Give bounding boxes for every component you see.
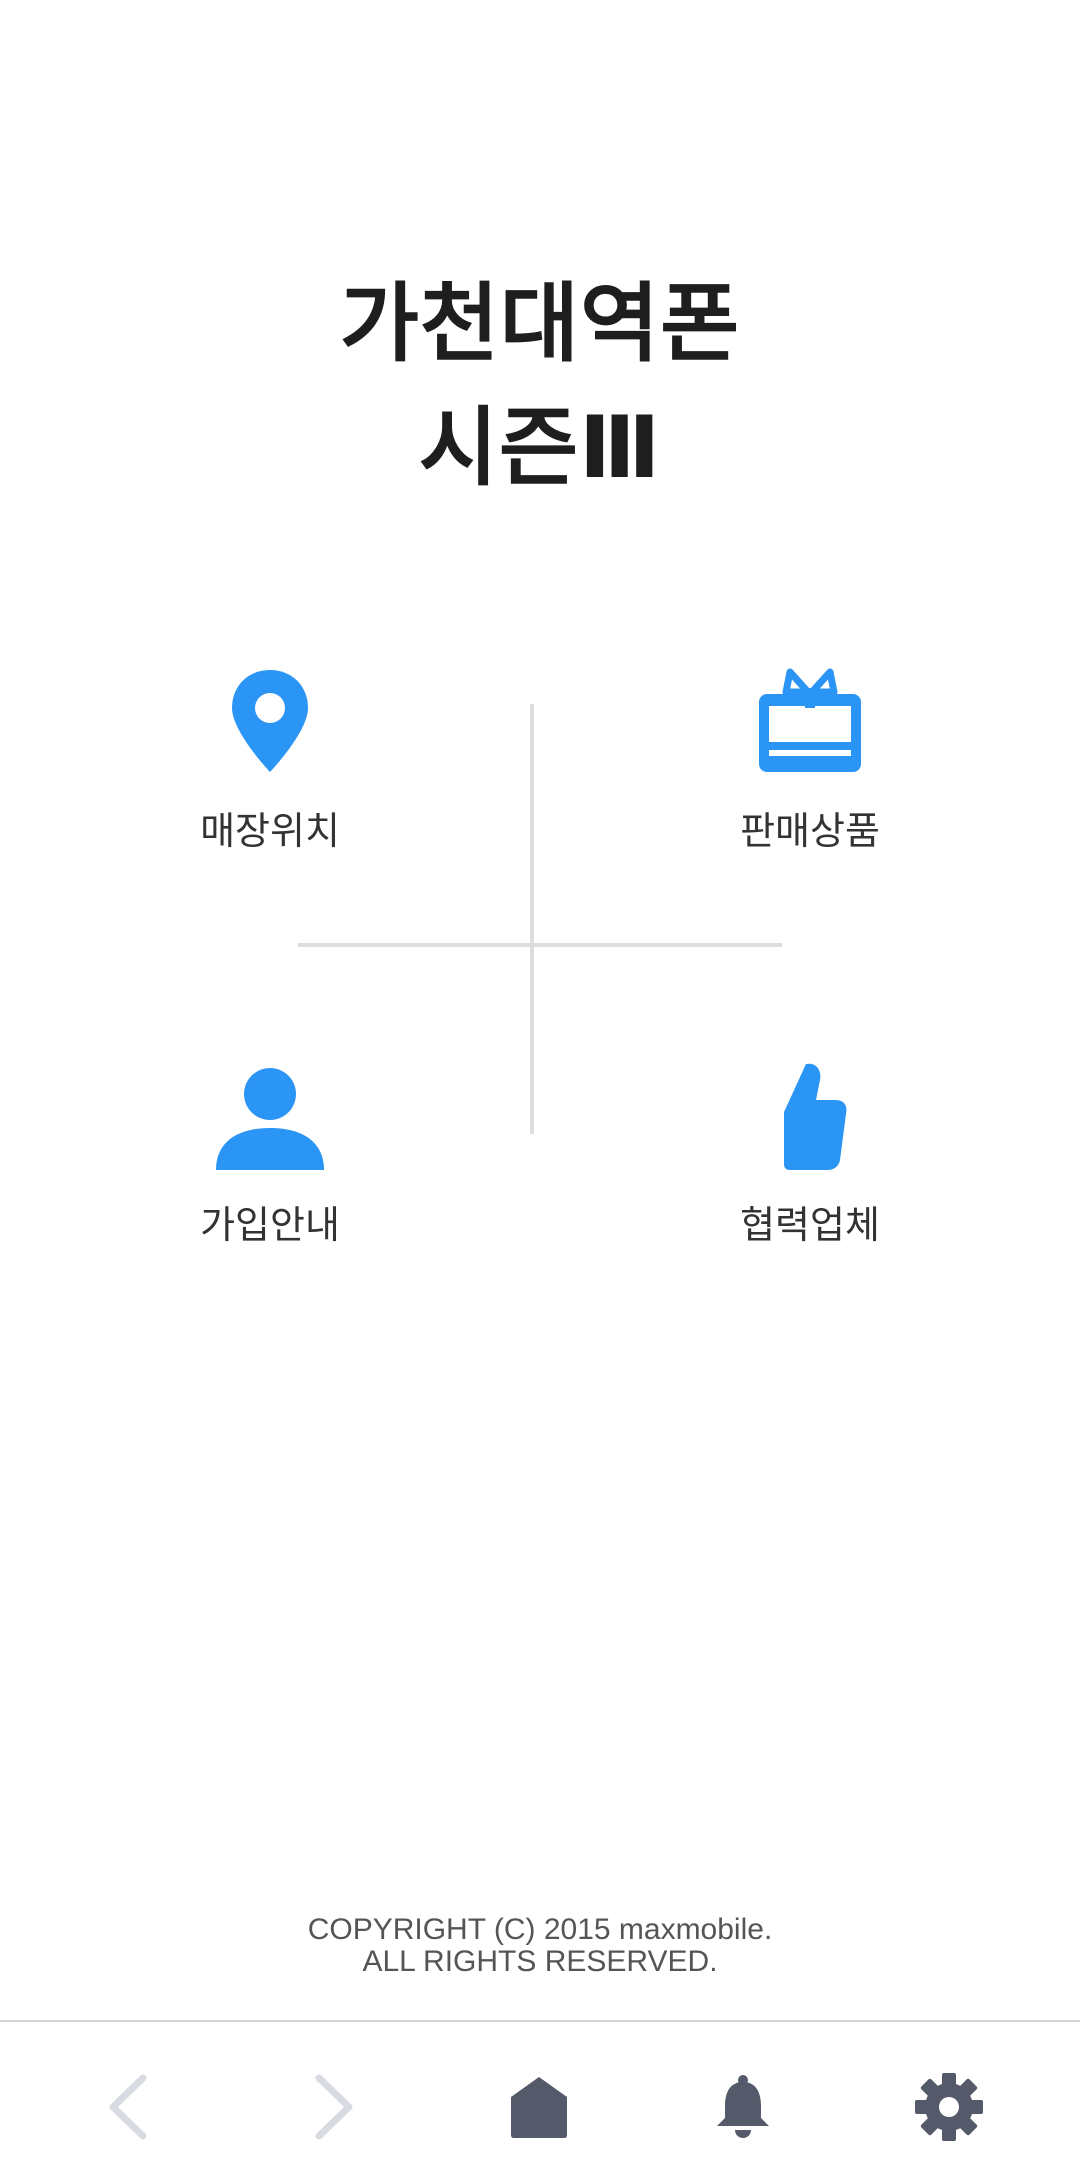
menu-item-label: 가입안내 [200,1203,340,1247]
chevron-right-icon [315,2074,353,2140]
back-button[interactable] [84,2062,174,2152]
bottom-navigation-bar [0,2020,1080,2184]
gear-icon [915,2073,983,2141]
home-button[interactable] [494,2062,584,2152]
page-title: 가천대역폰 시즌Ⅲ [0,262,1080,510]
bell-icon [717,2075,769,2138]
copyright-line2: ALL RIGHTS RESERVED. [362,1945,718,1978]
settings-button[interactable] [904,2062,994,2152]
chevron-left-icon [109,2074,147,2140]
gift-box-icon [759,668,861,772]
person-icon [216,1068,324,1170]
screen: 가천대역폰 시즌Ⅲ 매장위치 판매상품 가입안내 협력업체 COPYRIGHT … [0,0,1080,2184]
notifications-button[interactable] [698,2062,788,2152]
copyright: COPYRIGHT (C) 2015 maxmobile. ALL RIGHTS… [0,1914,1080,1978]
menu-item-label: 협력업체 [740,1203,880,1247]
page-title-line1: 가천대역폰 [339,274,741,374]
menu-item-label: 매장위치 [200,809,340,853]
home-icon [511,2077,567,2138]
menu-item-partners[interactable]: 협력업체 [680,1058,940,1278]
menu-grid: 매장위치 판매상품 가입안내 협력업체 [0,640,1080,1247]
location-pin-icon [232,670,308,772]
grid-divider-vertical [530,704,534,1134]
menu-item-products[interactable]: 판매상품 [680,664,940,884]
forward-button[interactable] [288,2062,378,2152]
copyright-line1: COPYRIGHT (C) 2015 maxmobile. [307,1913,773,1946]
menu-item-store-location[interactable]: 매장위치 [140,664,400,884]
menu-item-label: 판매상품 [740,809,880,853]
menu-item-signup-guide[interactable]: 가입안내 [140,1058,400,1278]
page-title-line2: 시즌Ⅲ [418,398,662,498]
grid-divider-horizontal [298,943,782,947]
thumbs-up-icon [784,1063,847,1170]
